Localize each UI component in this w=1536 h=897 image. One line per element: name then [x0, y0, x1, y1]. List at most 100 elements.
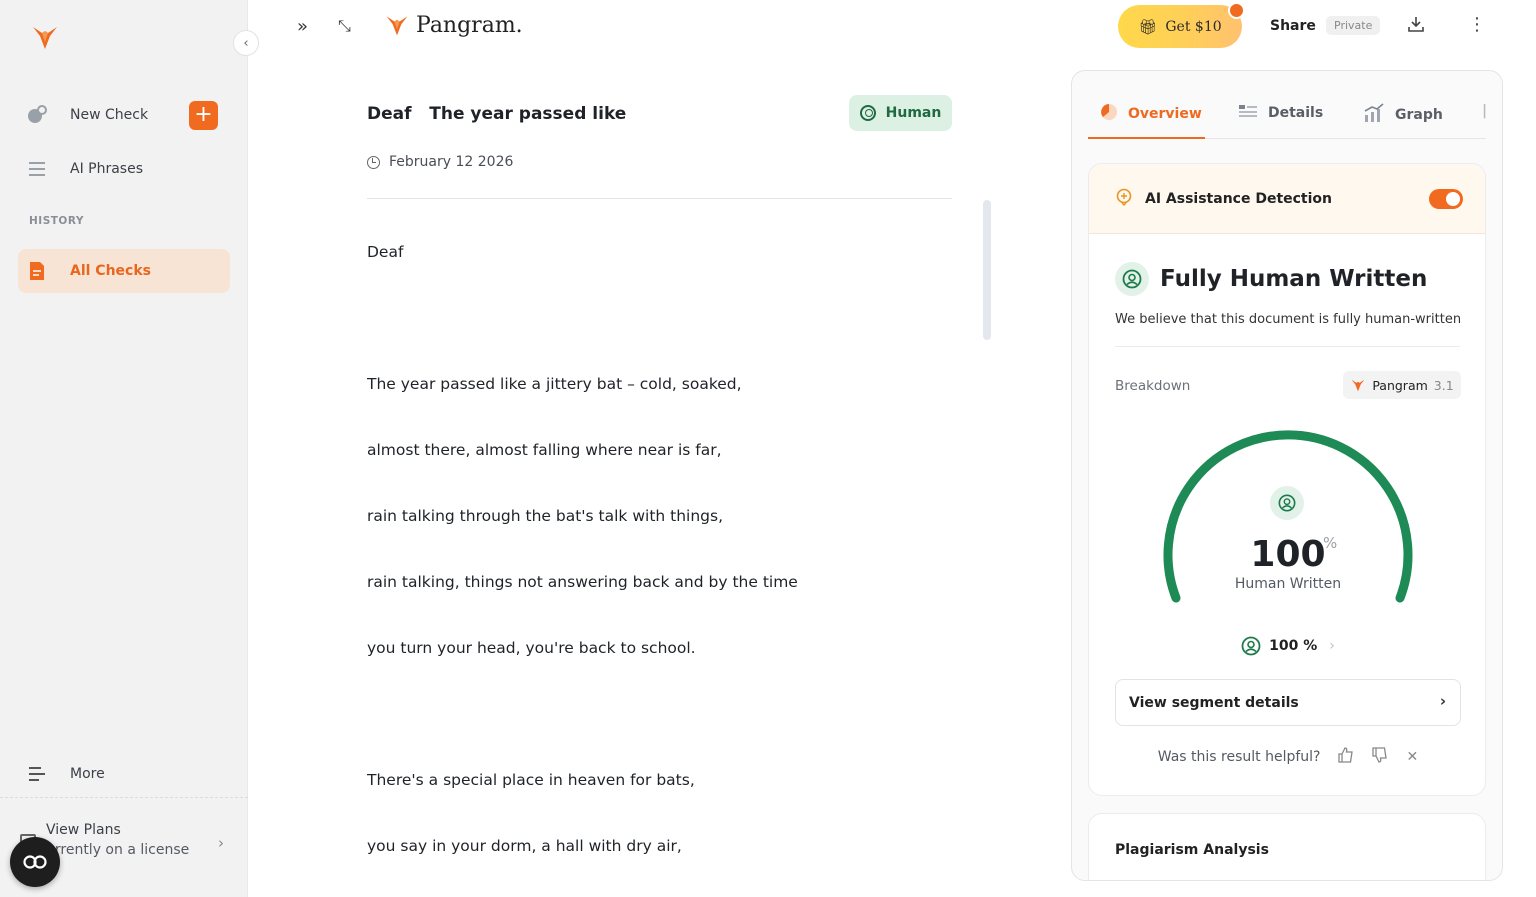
document-title: Deaf The year passed like — [367, 104, 627, 124]
segment-button-label: View segment details — [1129, 694, 1299, 711]
tab-details[interactable]: Details — [1238, 103, 1323, 123]
person-icon — [859, 105, 876, 121]
share-button[interactable]: Share — [1270, 18, 1316, 34]
plagiarism-title: Plagiarism Analysis — [1115, 842, 1269, 858]
thumbs-down-icon[interactable] — [1372, 747, 1388, 767]
human-score-text: 100 % — [1269, 638, 1318, 654]
sidebar-item-ai-phrases[interactable]: AI Phrases — [18, 147, 230, 191]
verdict: Fully Human Written — [1115, 262, 1427, 296]
get-referral-label: Get $10 — [1165, 18, 1222, 35]
expand-sidebar-icon[interactable]: » — [297, 16, 308, 37]
thumbs-up-icon[interactable] — [1338, 747, 1354, 767]
pangram-logo-icon — [386, 16, 408, 36]
tab-label: Details — [1268, 105, 1324, 121]
get-referral-button[interactable]: 🎁︎ Get $10 — [1118, 5, 1242, 48]
privacy-badge[interactable]: Private — [1326, 16, 1381, 35]
breakdown-label: Breakdown — [1115, 378, 1191, 394]
model-chip: Pangram 3.1 — [1343, 371, 1461, 399]
card-divider — [1115, 346, 1460, 347]
pangram-logo-icon — [1351, 379, 1365, 392]
fullscreen-icon[interactable]: ⤡ — [338, 16, 351, 36]
document-date: February 12 2026 — [367, 154, 513, 170]
feedback-question: Was this result helpful? — [1157, 749, 1321, 765]
model-version: 3.1 — [1433, 377, 1454, 393]
brand-name: Pangram. — [416, 12, 523, 38]
document-icon — [18, 261, 56, 281]
document-scrollbar[interactable] — [983, 200, 991, 340]
sidebar-item-label: AI Phrases — [70, 161, 144, 177]
date-text: February 12 2026 — [389, 154, 514, 170]
person-icon — [1241, 636, 1261, 656]
score: 100 % — [1089, 534, 1485, 575]
new-check-icon — [18, 105, 56, 125]
sidebar-divider — [0, 797, 248, 798]
tab-graph[interactable]: Graph — [1363, 103, 1443, 127]
document-line: The year passed like a jittery bat – col… — [367, 375, 742, 393]
pangram-logo-icon[interactable] — [30, 22, 60, 52]
tab-label: Overview — [1128, 106, 1202, 122]
score-value: 100 — [1250, 534, 1326, 575]
details-icon — [1238, 103, 1258, 123]
menu-icon — [18, 766, 56, 782]
chevron-right-icon[interactable]: › — [218, 834, 224, 852]
document-line: Deaf — [367, 243, 404, 261]
document-line: you turn your head, you're back to schoo… — [367, 639, 696, 657]
person-icon — [1270, 486, 1304, 520]
detection-toggle[interactable] — [1429, 189, 1463, 209]
document-divider — [367, 198, 952, 199]
feedback-row: Was this result helpful? ✕ — [1089, 747, 1485, 767]
detection-header: AI Assistance Detection — [1089, 164, 1485, 234]
gift-icon: 🎁︎ — [1138, 17, 1158, 36]
person-icon — [1115, 262, 1149, 296]
cc-icon — [23, 855, 47, 869]
add-check-button[interactable]: + — [189, 101, 218, 130]
view-segment-details-button[interactable]: View segment details › — [1115, 679, 1461, 726]
history-section-label: HISTORY — [29, 215, 84, 227]
sidebar-item-all-checks[interactable]: All Checks — [18, 249, 230, 293]
license-status: urrently on a license — [46, 842, 190, 858]
graph-icon — [1363, 103, 1385, 127]
view-plans-link[interactable]: View Plans urrently on a license — [46, 822, 189, 858]
score-label: Human Written — [1234, 576, 1342, 592]
sidebar-item-label: More — [70, 766, 105, 782]
help-chat-button[interactable] — [10, 837, 60, 887]
human-badge-label: Human — [885, 105, 942, 121]
verdict-description: We believe that this document is fully h… — [1115, 312, 1462, 327]
close-icon[interactable]: ✕ — [1406, 749, 1418, 765]
active-tab-indicator — [1088, 137, 1205, 139]
results-panel: Overview Details Graph | AI Assistance D… — [1071, 70, 1503, 881]
tab-label: Graph — [1395, 107, 1443, 123]
sidebar-item-label: All Checks — [70, 263, 151, 279]
detection-label: AI Assistance Detection — [1145, 190, 1333, 207]
chevron-right-icon: › — [1329, 638, 1335, 654]
sidebar-item-label: New Check — [70, 107, 149, 123]
notification-dot — [1228, 2, 1245, 19]
tab-overflow[interactable]: | — [1482, 103, 1487, 119]
verdict-title: Fully Human Written — [1160, 266, 1428, 292]
document-line: rain talking through the bat's talk with… — [367, 507, 724, 525]
collapse-sidebar-button[interactable]: ‹ — [233, 30, 259, 56]
document-line: There's a special place in heaven for ba… — [367, 771, 695, 789]
document-line: you say in your dorm, a hall with dry ai… — [367, 837, 682, 855]
list-icon — [18, 161, 56, 177]
tab-overview[interactable]: Overview — [1100, 103, 1202, 125]
more-options-icon[interactable]: ⋮ — [1468, 14, 1486, 35]
score-unit: % — [1323, 534, 1338, 552]
sidebar-item-more[interactable]: More — [18, 752, 230, 796]
human-badge: Human — [849, 95, 952, 131]
sidebar: ‹ New Check + AI Phrases HISTORY All Che… — [0, 0, 259, 897]
document-line: almost there, almost falling where near … — [367, 441, 722, 459]
brand: Pangram. — [384, 12, 523, 38]
overview-icon — [1100, 103, 1118, 125]
results-tabs: Overview Details Graph | — [1088, 99, 1487, 139]
plagiarism-card[interactable]: Plagiarism Analysis — [1088, 813, 1486, 880]
view-plans-title: View Plans — [46, 822, 121, 838]
clock-icon — [367, 155, 380, 169]
human-score-summary[interactable]: 100 % › — [1089, 636, 1485, 656]
overview-card: AI Assistance Detection Fully Human Writ… — [1088, 163, 1486, 796]
download-icon[interactable] — [1408, 16, 1424, 36]
model-name: Pangram — [1372, 377, 1428, 393]
brain-icon — [1115, 188, 1133, 210]
chevron-right-icon: › — [1439, 692, 1446, 710]
document-line: rain talking, things not answering back … — [367, 573, 798, 591]
